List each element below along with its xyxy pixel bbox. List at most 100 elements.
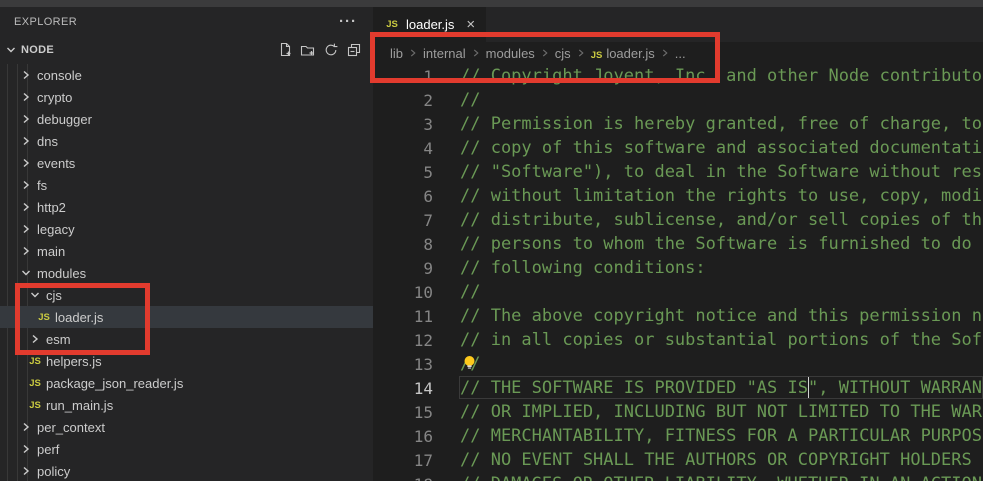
explorer-title: EXPLORER [14,16,77,28]
tree-item-label: events [37,156,75,171]
line-text: // The above copyright notice and this p… [460,306,983,326]
tree-item-label: crypto [37,90,72,105]
tree-item-legacy[interactable]: legacy [0,218,373,240]
editor-group: JS loader.js × lib internal modules cjs JSlo… [373,7,983,481]
tree-item-cjs[interactable]: cjs [0,284,373,306]
line-number: 14 [373,379,460,398]
line-number: 3 [373,115,460,134]
tree-item-run-main-js[interactable]: JS run_main.js [0,394,373,416]
code-line: 15 // OR IMPLIED, INCLUDING BUT NOT LIMI… [373,400,983,424]
chevron-right-icon [18,67,34,83]
line-number: 11 [373,307,460,326]
collapse-all-icon[interactable] [346,42,362,58]
tree-item-esm[interactable]: esm [0,328,373,350]
tree-item-helpers-js[interactable]: JS helpers.js [0,350,373,372]
close-icon[interactable]: × [466,18,475,32]
titlebar-strip [0,0,983,7]
code-area[interactable]: 1 // Copyright Joyent, Inc. and other No… [373,64,983,481]
section-header-node[interactable]: NODE [0,36,373,64]
chevron-right-icon [18,199,34,215]
section-label: NODE [21,44,277,56]
chevron-right-icon [27,331,43,347]
tree-item-perf[interactable]: perf [0,438,373,460]
line-number: 9 [373,259,460,278]
file-tree: console crypto debugger dns events fs [0,64,373,481]
js-file-icon: JS [27,400,43,411]
line-text: // MERCHANTABILITY, FITNESS FOR A PARTIC… [460,426,983,446]
line-text: // Permission is hereby granted, free of… [460,114,983,134]
tree-item-label: http2 [37,200,66,215]
chevron-right-icon [18,441,34,457]
breadcrumb-item-modules[interactable]: modules [486,46,535,61]
chevron-right-icon [18,111,34,127]
tree-item-main[interactable]: main [0,240,373,262]
code-line: 10 // [373,280,983,304]
line-text: // "Software"), to deal in the Software … [460,162,983,182]
line-number: 7 [373,211,460,230]
tree-item-debugger[interactable]: debugger [0,108,373,130]
line-text: // DAMAGES OR OTHER LIABILITY, WHETHER I… [460,474,983,481]
section-actions [277,42,362,58]
tree-item-dns[interactable]: dns [0,130,373,152]
js-file-icon: JS [36,312,52,323]
tree-item-label: loader.js [55,310,103,325]
line-number: 8 [373,235,460,254]
line-text: // OR IMPLIED, INCLUDING BUT NOT LIMITED… [460,402,983,422]
chevron-right-icon [18,133,34,149]
new-file-icon[interactable] [277,42,293,58]
breadcrumb-item-loader-js[interactable]: JSloader.js [591,46,655,61]
tree-item-label: debugger [37,112,92,127]
text-cursor [808,377,810,398]
tree-item-fs[interactable]: fs [0,174,373,196]
tree-item-per-context[interactable]: per_context [0,416,373,438]
line-number: 15 [373,403,460,422]
tree-item-label: package_json_reader.js [46,376,183,391]
chevron-right-icon [469,46,483,60]
tree-item-label: legacy [37,222,75,237]
line-text: // Copyright Joyent, Inc. and other Node… [460,66,983,86]
js-file-icon: JS [384,19,400,30]
code-line: 14 // THE SOFTWARE IS PROVIDED "AS IS", … [373,376,983,400]
tree-item-label: helpers.js [46,354,102,369]
line-text: // NO EVENT SHALL THE AUTHORS OR COPYRIG… [460,450,983,470]
tree-item-modules[interactable]: modules [0,262,373,284]
refresh-icon[interactable] [323,42,339,58]
chevron-right-icon [18,243,34,259]
tree-item-crypto[interactable]: crypto [0,86,373,108]
line-text: // copy of this software and associated … [460,138,983,158]
code-line: 5 // "Software"), to deal in the Softwar… [373,160,983,184]
breadcrumb-item--[interactable]: ... [675,46,686,61]
code-line: 17 // NO EVENT SHALL THE AUTHORS OR COPY… [373,448,983,472]
line-number: 16 [373,427,460,446]
tree-item-label: modules [37,266,86,281]
tree-item-label: per_context [37,420,105,435]
lightbulb-icon[interactable] [461,354,478,372]
line-number: 2 [373,91,460,110]
breadcrumb-item-cjs[interactable]: cjs [555,46,571,61]
chevron-right-icon [18,89,34,105]
chevron-down-icon [3,42,19,58]
tree-item-console[interactable]: console [0,64,373,86]
chevron-right-icon [18,419,34,435]
js-file-icon: JS [27,356,43,367]
tree-item-label: main [37,244,65,259]
explorer-sidebar: EXPLORER ··· NODE console crypto [0,7,373,481]
tree-item-loader-js[interactable]: JS loader.js [0,306,373,328]
tree-item-http2[interactable]: http2 [0,196,373,218]
code-line: 9 // following conditions: [373,256,983,280]
tree-item-policy[interactable]: policy [0,460,373,481]
breadcrumb-item-lib[interactable]: lib [390,46,403,61]
js-file-icon: JS [27,378,43,389]
breadcrumb-item-internal[interactable]: internal [423,46,466,61]
line-text: // persons to whom the Software is furni… [460,234,983,254]
tab-bar: JS loader.js × [373,7,983,42]
line-text: // THE SOFTWARE IS PROVIDED "AS IS", WIT… [460,378,983,398]
tab-loader-js[interactable]: JS loader.js × [373,7,486,42]
vscode-window: EXPLORER ··· NODE console crypto [0,0,983,481]
tree-item-events[interactable]: events [0,152,373,174]
line-number: 6 [373,187,460,206]
tree-item-package-json-reader-js[interactable]: JS package_json_reader.js [0,372,373,394]
new-folder-icon[interactable] [300,42,316,58]
more-actions-icon[interactable]: ··· [339,17,357,27]
chevron-down-icon [18,265,34,281]
